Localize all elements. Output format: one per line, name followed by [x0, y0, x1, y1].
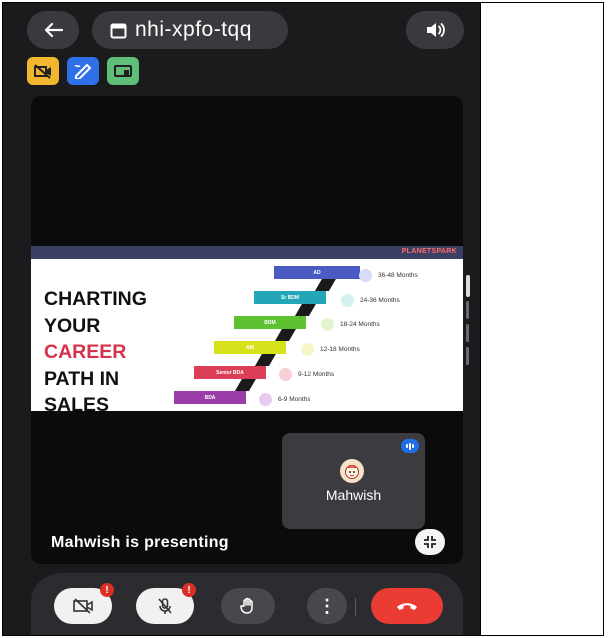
frame-divider — [480, 2, 481, 636]
step-duration: 36-48 Months — [378, 272, 418, 279]
slide-title: CHARTING YOUR CAREER PATH IN SALES — [44, 286, 147, 419]
career-step: BDA — [174, 391, 246, 404]
step-duration: 6-9 Months — [278, 396, 311, 403]
devices-icon — [114, 65, 132, 77]
more-vert-icon: ⋮ — [318, 595, 336, 616]
participant-name: Mahwish — [325, 487, 382, 503]
presentation-stage: PLANETSPARK CHARTING YOUR CAREER PATH IN… — [31, 96, 463, 564]
stair-connector — [294, 302, 318, 316]
raise-hand-button[interactable] — [221, 588, 275, 624]
effects-chip[interactable] — [67, 57, 99, 85]
scrollbar-track — [466, 301, 469, 319]
avatar-face-icon — [345, 465, 359, 479]
shared-slide: PLANETSPARK CHARTING YOUR CAREER PATH IN… — [31, 246, 463, 416]
mic-off-icon — [158, 598, 172, 614]
step-icon — [279, 368, 292, 381]
mic-alert-badge: ! — [182, 583, 196, 597]
avatar — [340, 459, 364, 483]
title-line: SALES — [44, 394, 110, 416]
controls-separator — [355, 598, 356, 616]
title-line: CHARTING — [44, 288, 147, 310]
audio-output-button[interactable] — [406, 11, 464, 49]
back-button[interactable] — [27, 11, 79, 49]
speaker-icon — [427, 23, 445, 37]
hang-up-icon — [397, 603, 417, 610]
audio-level-icon — [401, 439, 419, 453]
more-options-button[interactable]: ⋮ — [307, 588, 347, 624]
career-step: AD — [274, 266, 360, 279]
meet-app: nhi-xpfo-tqq PLANETSPARK CHARTING YOUR C… — [3, 3, 480, 635]
collapse-icon — [424, 536, 436, 548]
camera-off-chip[interactable] — [27, 57, 59, 85]
scrollbar-track — [466, 347, 469, 365]
device-chip[interactable] — [107, 57, 139, 85]
stair-connector — [254, 352, 278, 366]
video-off-icon — [73, 598, 93, 614]
camera-toggle-button[interactable]: ! — [54, 583, 114, 624]
back-arrow-icon — [44, 22, 63, 38]
step-icon — [301, 343, 314, 356]
step-duration: 12-18 Months — [320, 346, 360, 353]
career-step: BDM — [234, 316, 306, 329]
stair-connector — [234, 377, 258, 391]
step-duration: 24-36 Months — [360, 297, 400, 304]
magic-pen-icon — [74, 63, 92, 79]
career-step: Sr BDM — [254, 291, 326, 304]
mic-toggle-button[interactable]: ! — [136, 583, 196, 624]
indicator-chips — [27, 57, 139, 85]
step-duration: 9-12 Months — [298, 371, 335, 378]
meeting-info-button[interactable]: nhi-xpfo-tqq — [92, 11, 288, 49]
career-step: Senior BDA — [194, 366, 266, 379]
call-controls: ! ! ⋮ — [31, 573, 463, 635]
step-duration: 18-24 Months — [340, 321, 380, 328]
title-line: PATH IN — [44, 367, 120, 390]
step-icon — [321, 318, 334, 331]
career-step: AM — [214, 341, 286, 354]
video-off-icon — [34, 64, 51, 79]
scrollbar-track — [466, 324, 469, 342]
slide-header-bar: PLANETSPARK — [31, 246, 463, 259]
step-icon — [341, 294, 354, 307]
title-line: YOUR — [44, 314, 101, 337]
slide-brand: PLANETSPARK — [401, 248, 457, 255]
minimize-button[interactable] — [415, 529, 445, 555]
step-icon — [259, 393, 272, 406]
title-line-highlight: CAREER — [44, 341, 127, 363]
stair-connector — [274, 327, 298, 341]
participant-tile[interactable]: Mahwish — [282, 433, 425, 529]
end-call-button[interactable] — [371, 588, 443, 624]
hand-icon — [240, 597, 253, 614]
step-icon — [359, 269, 372, 282]
meeting-code: nhi-xpfo-tqq — [135, 18, 252, 41]
calendar-icon — [110, 23, 127, 38]
scrollbar-thumb[interactable] — [466, 275, 470, 297]
stair-connector — [314, 277, 338, 291]
camera-alert-badge: ! — [100, 583, 114, 597]
presenting-status: Mahwish is presenting — [51, 534, 229, 551]
